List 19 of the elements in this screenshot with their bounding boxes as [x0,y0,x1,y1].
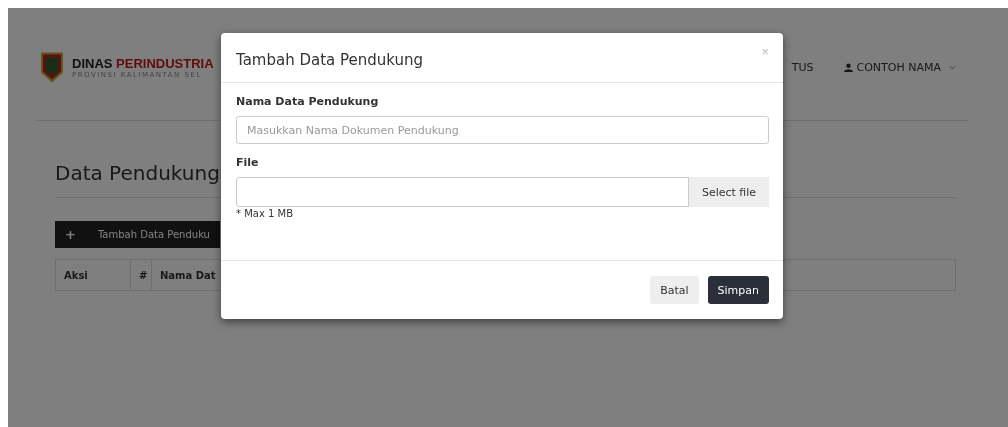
input-field[interactable]: Masukkan Nama Dokumen Pendukung [236,116,769,144]
field-label: Nama Data Pendukung [236,95,380,108]
file-field[interactable] [236,177,689,207]
modal-title: Tambah Data Pendukung [236,51,424,69]
emblem-icon [40,50,64,84]
page-title: Data Pendukung [55,161,220,185]
select-file-button[interactable]: Select file [689,177,769,207]
cancel-button[interactable]: Batal [650,276,699,304]
user-menu[interactable]: CONTOH NAMA [843,60,956,74]
column-header: # [131,260,152,290]
user-icon [843,62,853,72]
save-button[interactable]: Simpan [707,276,769,304]
hint-text: * Max 1 MB [236,208,295,219]
field-label: File [236,156,260,169]
caret-icon [949,64,956,70]
add-button[interactable]: + Tambah Data Penduku [55,221,220,248]
column-header: Aksi [56,260,131,290]
brand-name: DINAS PERINDUSTRIA [72,55,214,71]
nav-link[interactable]: TUS [791,60,814,74]
